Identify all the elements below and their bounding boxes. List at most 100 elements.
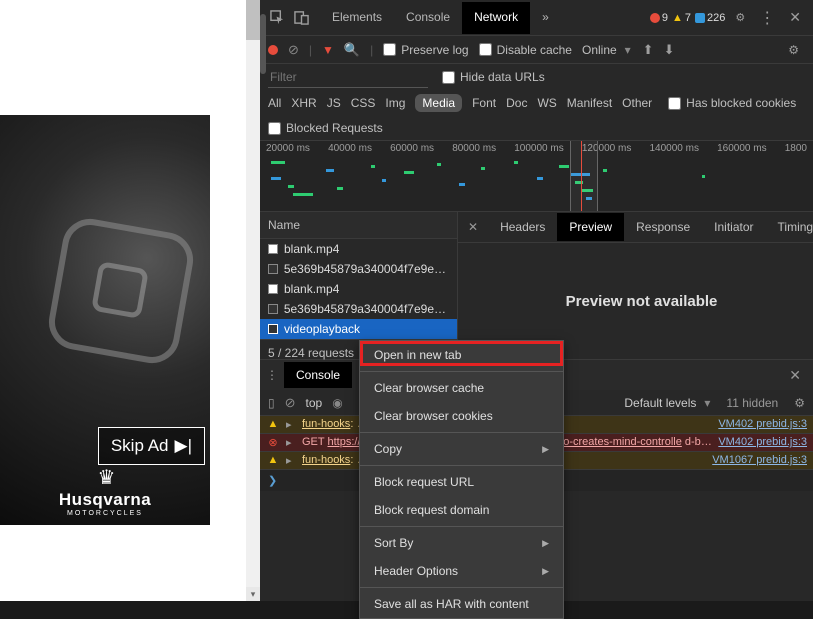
hidden-count[interactable]: 11 hidden [720, 396, 784, 410]
settings-icon[interactable]: ⚙ [729, 11, 751, 24]
column-header-name[interactable]: Name [260, 212, 457, 239]
ctx-clear-cookies[interactable]: Clear browser cookies [360, 402, 563, 430]
ctx-label: Block request URL [374, 475, 474, 489]
request-row-selected[interactable]: videoplayback [260, 319, 457, 339]
tab-initiator[interactable]: Initiator [702, 213, 765, 241]
preserve-log-checkbox[interactable]: Preserve log [383, 43, 468, 57]
ctx-sort-by[interactable]: Sort By▶ [360, 529, 563, 557]
warn-count: 7 [685, 12, 691, 24]
has-blocked-cookies-checkbox[interactable]: Has blocked cookies [668, 96, 796, 110]
expand-icon[interactable]: ▸ [286, 436, 296, 449]
drawer-more-icon[interactable]: ⋮ [266, 368, 278, 382]
device-icon[interactable] [290, 7, 312, 29]
console-source[interactable]: VM402 prebid.js:3 [718, 418, 807, 430]
skip-ad-label: Skip Ad [111, 436, 169, 456]
hide-data-urls-checkbox[interactable]: Hide data URLs [442, 70, 545, 84]
tab-console[interactable]: Console [394, 2, 462, 34]
request-name: videoplayback [284, 322, 360, 336]
record-icon[interactable] [268, 45, 278, 55]
request-row[interactable]: 5e369b45879a340004f7e9e3… [260, 299, 457, 319]
timeline-playhead[interactable] [581, 141, 582, 211]
ctx-separator [360, 587, 563, 588]
more-icon[interactable]: ⋮ [755, 8, 779, 28]
brand-sub: MOTORCYCLES [0, 510, 210, 517]
tick: 160000 ms [717, 143, 766, 154]
console-settings-icon[interactable]: ⚙ [794, 396, 805, 410]
tabs-overflow-icon[interactable]: » [530, 2, 561, 34]
upload-icon[interactable]: ⬆ [643, 42, 654, 58]
timeline-window[interactable] [570, 141, 598, 211]
page-content: Skip Ad ▶| ♛ Husqvarna MOTORCYCLES ▾ [0, 0, 260, 601]
ctx-open-new-tab[interactable]: Open in new tab [360, 341, 563, 369]
ctx-block-url[interactable]: Block request URL [360, 468, 563, 496]
blocked-requests-checkbox[interactable]: Blocked Requests [268, 121, 383, 135]
close-detail-icon[interactable]: ✕ [458, 220, 488, 234]
request-row[interactable]: blank.mp4 [260, 239, 457, 259]
filter-media[interactable]: Media [415, 94, 462, 112]
close-devtools-icon[interactable]: ✕ [783, 9, 807, 26]
error-badge[interactable]: 9 [650, 12, 668, 24]
ctx-block-domain[interactable]: Block request domain [360, 496, 563, 524]
ctx-save-har[interactable]: Save all as HAR with content [360, 590, 563, 618]
tab-response[interactable]: Response [624, 213, 702, 241]
filter-icon[interactable]: ▼ [322, 43, 334, 57]
network-settings-icon[interactable]: ⚙ [782, 43, 805, 57]
tab-headers[interactable]: Headers [488, 213, 557, 241]
tab-network[interactable]: Network [462, 2, 530, 34]
filter-doc[interactable]: Doc [506, 96, 527, 110]
download-icon[interactable]: ⬇ [664, 42, 675, 58]
expand-icon[interactable]: ▸ [286, 454, 296, 467]
request-name: blank.mp4 [284, 242, 339, 256]
eye-icon[interactable]: ◉ [332, 396, 342, 410]
ctx-clear-cache[interactable]: Clear browser cache [360, 374, 563, 402]
filter-other[interactable]: Other [622, 96, 652, 110]
filter-input[interactable] [268, 67, 428, 88]
drawer-tab-console[interactable]: Console [284, 362, 352, 388]
filter-img[interactable]: Img [385, 96, 405, 110]
console-source[interactable]: VM402 prebid.js:3 [718, 436, 807, 448]
scroll-down-icon[interactable]: ▾ [246, 587, 260, 601]
filter-js[interactable]: JS [327, 96, 341, 110]
tab-preview[interactable]: Preview [557, 213, 624, 241]
tab-timing[interactable]: Timing [766, 213, 813, 241]
page-scrollbar[interactable]: ▾ [246, 0, 260, 601]
network-timeline[interactable]: 20000 ms 40000 ms 60000 ms 80000 ms 1000… [260, 140, 813, 212]
devtools-divider-thumb[interactable] [260, 14, 266, 74]
throttle-select[interactable]: Online [582, 43, 633, 57]
tick: 60000 ms [390, 143, 434, 154]
filter-css[interactable]: CSS [351, 96, 376, 110]
console-source[interactable]: VM1067 prebid.js:3 [712, 454, 807, 466]
tick: 20000 ms [266, 143, 310, 154]
filter-ws[interactable]: WS [537, 96, 556, 110]
ctx-header-options[interactable]: Header Options▶ [360, 557, 563, 585]
request-row[interactable]: blank.mp4 [260, 279, 457, 299]
info-count: 226 [707, 12, 725, 24]
scroll-thumb[interactable] [246, 0, 260, 40]
info-badge[interactable]: 226 [695, 12, 725, 24]
console-clear-icon[interactable]: ⊘ [285, 395, 296, 411]
clear-icon[interactable]: ⊘ [288, 42, 299, 58]
disable-cache-checkbox[interactable]: Disable cache [479, 43, 572, 57]
skip-ad-button[interactable]: Skip Ad ▶| [98, 427, 205, 465]
search-icon[interactable]: 🔍 [344, 42, 360, 58]
ctx-label: Block request domain [374, 503, 489, 517]
levels-select[interactable]: Default levels [624, 396, 710, 410]
inspect-icon[interactable] [266, 7, 288, 29]
request-row[interactable]: 5e369b45879a340004f7e9e3… [260, 259, 457, 279]
ctx-copy[interactable]: Copy▶ [360, 435, 563, 463]
console-sidebar-icon[interactable]: ▯ [268, 396, 275, 410]
network-toolbar: ⊘ | ▼ 🔍 | Preserve log Disable cache Onl… [260, 36, 813, 64]
filter-manifest[interactable]: Manifest [567, 96, 612, 110]
tab-elements[interactable]: Elements [320, 2, 394, 34]
filter-all[interactable]: All [268, 96, 281, 110]
context-select[interactable]: top [306, 396, 323, 410]
chevron-right-icon: ▶ [542, 444, 549, 455]
warn-badge[interactable]: ▲7 [672, 12, 691, 24]
close-drawer-icon[interactable]: ✕ [783, 367, 807, 384]
filter-xhr[interactable]: XHR [291, 96, 316, 110]
crown-icon: ♛ [0, 465, 210, 490]
filter-font[interactable]: Font [472, 96, 496, 110]
warn-icon: ▲ [266, 454, 280, 466]
expand-icon[interactable]: ▸ [286, 418, 296, 431]
filter-row: Hide data URLs [260, 64, 813, 90]
